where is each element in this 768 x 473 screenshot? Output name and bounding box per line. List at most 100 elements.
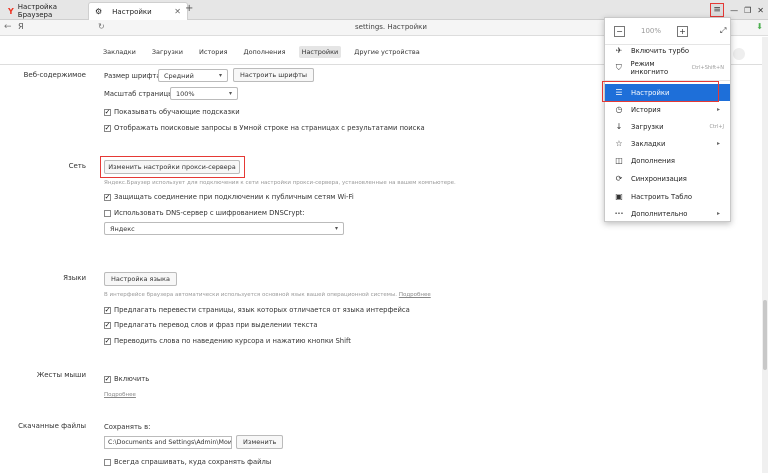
menu-item-history[interactable]: ◷ История ▸	[605, 101, 730, 118]
browser-menu-button[interactable]: ≡	[710, 3, 725, 17]
tab-settings[interactable]: ⚙ Настройки ✕	[88, 2, 188, 20]
font-size-value: Средний	[164, 71, 194, 80]
menu-item-label: Синхронизация	[631, 174, 687, 183]
tab-title: Настройка Браузера	[17, 3, 58, 19]
check-label: Показывать обучающие подсказки	[114, 108, 240, 116]
new-tab-button[interactable]: +	[185, 3, 193, 14]
zoom-select[interactable]: 100% ▾	[170, 87, 238, 100]
highlight-frame	[100, 156, 245, 178]
language-note-text: В интерфейсе браузера автоматически испо…	[104, 292, 398, 298]
chevron-right-icon: ▸	[716, 210, 720, 217]
yandex-button[interactable]: Я	[18, 22, 24, 31]
close-icon[interactable]: ✕	[174, 7, 181, 16]
customize-fonts-button[interactable]: Настроить шрифты	[233, 68, 315, 82]
nav-other-devices[interactable]: Другие устройства	[351, 46, 422, 58]
check-translate-selection[interactable]: ✓ Предлагать перевод слов и фраз при выде…	[104, 321, 318, 329]
change-path-button[interactable]: Изменить	[236, 435, 284, 449]
more-icon: •••	[614, 210, 624, 217]
menu-item-label: Режим инкогнито	[630, 59, 669, 76]
checkbox-checked-icon: ✓	[104, 192, 111, 201]
check-protect-wifi[interactable]: ✓ Защищать соединение при подключении к п…	[104, 193, 354, 201]
save-to-label: Сохранять в:	[104, 423, 151, 431]
menu-item-label: Настроить Табло	[631, 192, 692, 201]
check-label: Всегда спрашивать, куда сохранять файлы	[114, 458, 272, 466]
language-settings-button[interactable]: Настройка языка	[104, 272, 177, 286]
menu-item-bookmarks[interactable]: ☆ Закладки ▸	[605, 135, 730, 152]
zoom-out-button[interactable]: −	[614, 25, 625, 37]
minimize-icon[interactable]: —	[730, 6, 738, 15]
menu-item-customize-board[interactable]: ▣ Настроить Табло	[605, 188, 730, 205]
nav-settings[interactable]: Настройки	[298, 46, 342, 58]
check-label: Защищать соединение при подключении к пу…	[114, 193, 354, 201]
clock-icon: ◷	[615, 105, 623, 114]
chevron-down-icon: ▾	[334, 225, 338, 232]
fullscreen-icon[interactable]: ⤢	[720, 26, 726, 36]
download-icon: ↓	[615, 122, 623, 131]
check-show-tips[interactable]: ✓ Показывать обучающие подсказки	[104, 108, 240, 116]
page-scrollbar[interactable]	[762, 37, 768, 473]
gestures-more-link[interactable]: Подробнее	[104, 392, 136, 398]
menu-item-label: Дополнения	[631, 156, 675, 165]
menu-item-sync[interactable]: ⟳ Синхронизация	[605, 170, 730, 187]
menu-item-extensions[interactable]: ◫ Дополнения	[605, 152, 730, 169]
window-controls: ≡ — ❐ ✕	[710, 3, 764, 17]
close-window-icon[interactable]: ✕	[757, 6, 764, 15]
gear-icon: ⚙	[95, 7, 103, 16]
check-dnscrypt[interactable]: Использовать DNS-сервер с шифрованием DN…	[104, 209, 305, 217]
menu-item-downloads[interactable]: ↓ Загрузки Ctrl+J	[605, 118, 730, 135]
tab-title: Настройки	[112, 7, 152, 16]
dns-server-select[interactable]: Яндекс ▾	[104, 222, 344, 235]
font-size-select[interactable]: Средний ▾	[158, 69, 228, 82]
yandex-logo-icon: Y	[8, 6, 14, 16]
check-label: Переводить слова по наведению курсора и …	[114, 337, 351, 345]
section-downloads-label: Скачанные файлы	[18, 422, 86, 430]
menu-item-incognito[interactable]: ⛉ Режим инкогнито Ctrl+Shift+N	[605, 59, 730, 76]
back-icon[interactable]: ←	[4, 22, 12, 32]
download-path-field[interactable]: C:\Documents and Settings\Admin\Мои	[104, 436, 232, 449]
browser-menu: − 100% + ⤢ ✈ Включить турбо ⛉ Режим инкогн…	[604, 17, 731, 222]
url-text[interactable]: settings. Настройки	[355, 23, 427, 31]
downloads-icon[interactable]: ⬇	[756, 22, 763, 31]
checkbox-unchecked-icon	[104, 458, 111, 466]
settings-nav: Закладки Загрузки История Дополнения Нас…	[100, 46, 423, 58]
section-web-content-label: Веб-содержимое	[23, 71, 86, 79]
check-translate-hover[interactable]: ✓ Переводить слова по наведению курсора и…	[104, 337, 351, 345]
scrollbar-thumb[interactable]	[763, 300, 767, 370]
menu-item-label: Дополнительно	[631, 209, 688, 218]
check-label: Отображать поисковые запросы в Умной стр…	[114, 124, 425, 132]
menu-item-more[interactable]: ••• Дополнительно ▸	[605, 205, 730, 222]
nav-history[interactable]: История	[196, 46, 230, 58]
menu-zoom-row: − 100% + ⤢	[605, 18, 730, 44]
check-offer-translate[interactable]: ✓ Предлагать перевести страницы, язык кот…	[104, 306, 410, 314]
check-always-ask[interactable]: Всегда спрашивать, куда сохранять файлы	[104, 458, 271, 466]
star-icon: ☆	[615, 139, 623, 148]
restore-icon[interactable]: ❐	[744, 6, 751, 15]
settings-search-icon[interactable]	[733, 48, 745, 60]
check-enable-gestures[interactable]: ✓ Включить	[104, 375, 149, 383]
extensions-icon: ◫	[615, 156, 623, 165]
menu-item-turbo[interactable]: ✈ Включить турбо	[605, 42, 730, 59]
dns-value: Яндекс	[110, 224, 135, 233]
menu-shortcut: Ctrl+Shift+N	[691, 64, 724, 71]
incognito-icon: ⛉	[615, 62, 622, 72]
nav-bookmarks[interactable]: Закладки	[100, 46, 139, 58]
zoom-label: Масштаб страницы:	[104, 90, 176, 98]
zoom-value: 100%	[176, 89, 195, 98]
checkbox-checked-icon: ✓	[104, 336, 111, 345]
proxy-note: Яндекс.Браузер использует для подключени…	[104, 180, 456, 186]
reload-icon[interactable]: ↻	[98, 22, 105, 31]
checkbox-checked-icon: ✓	[104, 107, 111, 116]
check-label: Включить	[114, 375, 150, 383]
menu-item-label: Загрузки	[631, 122, 664, 131]
menu-zoom-value: 100%	[641, 27, 662, 35]
zoom-in-button[interactable]: +	[677, 25, 689, 37]
nav-extensions[interactable]: Дополнения	[240, 46, 288, 58]
chevron-right-icon: ▸	[716, 140, 720, 147]
check-show-search-queries[interactable]: ✓ Отображать поисковые запросы в Умной ст…	[104, 124, 425, 132]
section-gestures-label: Жесты мыши	[36, 371, 86, 379]
menu-shortcut: Ctrl+J	[709, 123, 724, 130]
nav-downloads[interactable]: Загрузки	[149, 46, 186, 58]
tab-browser-setup[interactable]: Y Настройка Браузера	[2, 2, 87, 20]
highlight-frame	[602, 81, 719, 102]
language-more-link[interactable]: Подробнее	[399, 292, 431, 298]
